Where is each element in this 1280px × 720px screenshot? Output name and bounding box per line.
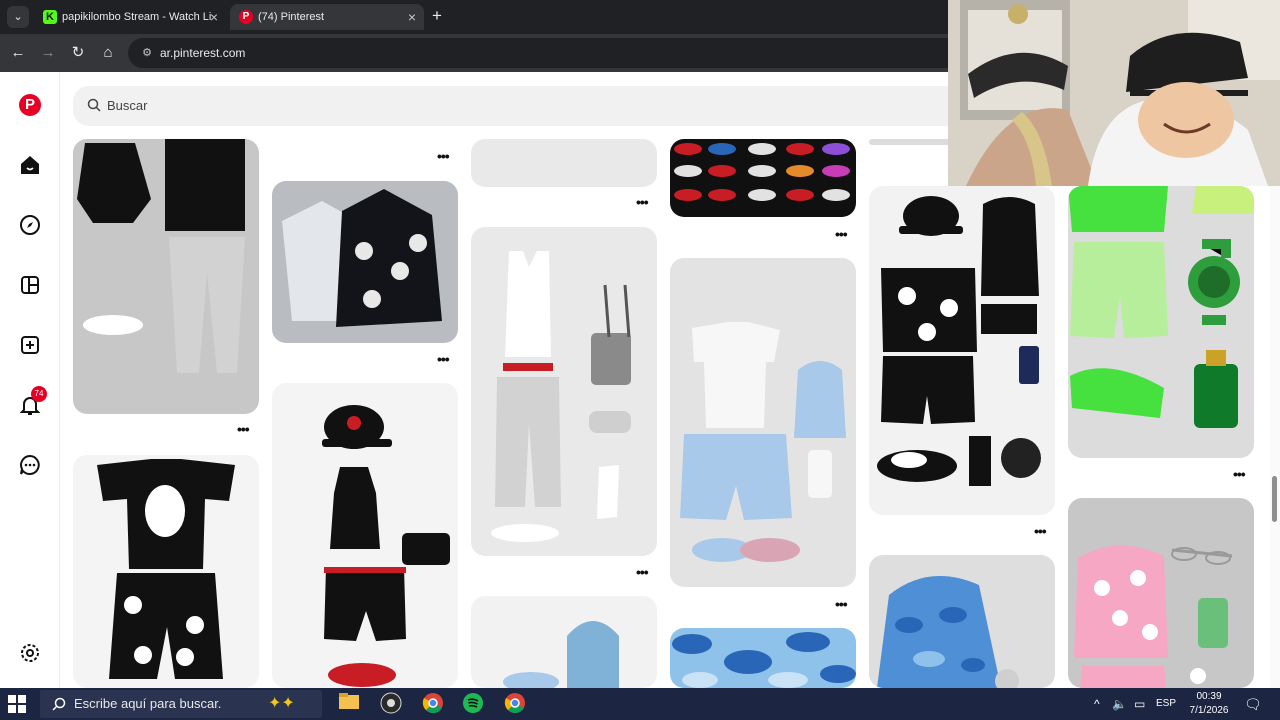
taskbar-clock[interactable]: 00:39 7/1/2026 [1184,690,1234,718]
sparkle-icon: ✦✦ [268,695,295,712]
tab-title: (74) Pinterest [258,11,325,23]
tab-close-icon[interactable]: × [210,4,218,30]
windows-start-icon[interactable] [8,695,26,713]
notifications-bell-icon[interactable]: 74 [18,386,47,418]
language-indicator[interactable]: ESP [1156,688,1176,720]
pin-more-options-icon[interactable]: ••• [835,226,848,242]
battery-icon[interactable]: ▭ [1134,688,1145,720]
volume-icon[interactable]: 🔈 [1112,688,1127,720]
pin-more-options-icon[interactable]: ••• [636,194,649,210]
pin-more-options-icon[interactable]: ••• [437,351,450,367]
webcam-overlay [948,0,1280,186]
pin-white-tee-blue-shorts[interactable] [670,258,856,587]
page-scrollbar[interactable] [1270,186,1280,688]
chrome-icon[interactable] [502,692,528,716]
forward-arrow-icon[interactable]: → [37,42,59,64]
windows-taskbar: Escribe aquí para buscar. ✦✦ ^ 🔈 ▭ ESP 0… [0,688,1280,720]
boards-icon[interactable] [18,274,42,298]
kick-k-icon: K [43,10,57,24]
pinterest-icon: P [239,10,253,24]
notifications-center-icon[interactable]: 🗨 [1244,688,1262,720]
search-icon [87,98,101,112]
pin-more-options-icon[interactable]: ••• [237,421,250,437]
chrome-icon[interactable] [420,692,446,716]
pin-blue-beanie[interactable] [471,596,657,688]
show-hidden-icons-chevron-icon[interactable]: ^ [1094,688,1100,720]
pin-black-hoodie-gray-joggers[interactable] [73,139,259,414]
tab-close-icon[interactable]: × [408,4,416,30]
back-arrow-icon[interactable]: ← [7,42,29,64]
tab-search-dropdown-icon[interactable]: ⌄ [7,6,29,28]
pin-more-options-icon[interactable]: ••• [1233,466,1246,482]
pin-more-options-icon[interactable]: ••• [636,564,649,580]
pin-la-cap-black-outfit[interactable] [869,186,1055,515]
obs-icon[interactable] [378,692,404,716]
clock-date: 7/1/2026 [1189,705,1229,716]
pin-more-options-icon[interactable]: ••• [1034,523,1047,539]
scrollbar-thumb[interactable] [1272,476,1277,522]
create-plus-icon[interactable] [18,334,42,358]
site-info-icon[interactable]: ⚙ [140,46,154,60]
pin-top-partial[interactable] [471,139,657,187]
spotify-icon[interactable] [460,692,486,716]
pin-blue-camo-texture[interactable] [670,628,856,688]
new-tab-plus-icon[interactable]: + [432,6,442,26]
pin-denim-tears-hoodies[interactable] [272,181,458,343]
home-icon[interactable] [18,154,42,178]
pin-more-options-icon[interactable]: ••• [835,596,848,612]
pin-blue-camo-hoodie[interactable] [869,555,1055,688]
pin-bulls-outfit[interactable] [272,383,458,688]
taskbar-search-placeholder: Escribe aquí para buscar. [74,696,222,711]
pin-pink-hoodie[interactable] [1068,498,1254,688]
taskbar-search-box[interactable]: Escribe aquí para buscar. ✦✦ [40,690,322,718]
tab-title: papikilombo Stream - Watch Li [62,11,212,23]
pinterest-sidebar: P 74 [0,72,60,688]
search-placeholder: Buscar [107,98,148,113]
clock-time: 00:39 [1196,691,1222,702]
reload-icon[interactable]: ↻ [67,42,89,64]
search-icon [52,697,66,711]
messages-icon[interactable] [18,454,42,478]
pin-more-options-icon[interactable]: ••• [437,148,450,164]
search-bar[interactable]: Buscar [73,86,973,126]
tab-kick-stream[interactable]: K papikilombo Stream - Watch Li × [34,4,226,30]
explore-compass-icon[interactable] [18,214,42,238]
pin-green-outfit[interactable] [1068,186,1254,458]
settings-gear-icon[interactable] [18,642,42,666]
pinterest-logo-icon[interactable]: P [19,94,43,118]
notification-count-badge: 74 [31,386,47,402]
url-text: ar.pinterest.com [160,46,246,60]
file-explorer-icon[interactable] [336,692,362,716]
pin-sneakers-grid[interactable] [670,139,856,217]
pin-bape-tee-shorts[interactable] [73,455,259,688]
tab-pinterest[interactable]: P (74) Pinterest × [230,4,424,30]
home-icon[interactable]: ⌂ [97,42,119,64]
pin-tank-top-outfit[interactable] [471,227,657,556]
